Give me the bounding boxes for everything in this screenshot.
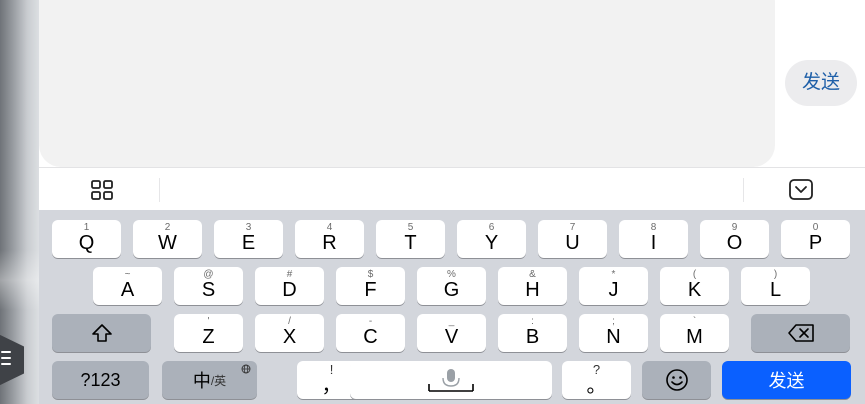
key-label: C bbox=[363, 326, 378, 348]
key-x[interactable]: / X bbox=[255, 314, 324, 352]
period-label: 。 bbox=[586, 375, 607, 397]
key-label: U bbox=[565, 232, 580, 254]
numbers-key-label: ?123 bbox=[80, 369, 121, 390]
message-input[interactable] bbox=[39, 0, 775, 167]
emoji-key[interactable] bbox=[642, 361, 711, 399]
key-b[interactable]: :B bbox=[498, 314, 567, 352]
period-sub-label: ? bbox=[592, 362, 601, 377]
key-label: Q bbox=[78, 232, 95, 254]
key-q[interactable]: 1Q bbox=[52, 220, 121, 258]
key-m[interactable]: ` M bbox=[660, 314, 729, 352]
keyboard-send-button[interactable]: 发送 bbox=[722, 361, 851, 399]
key-label: F bbox=[364, 279, 377, 301]
grid-icon[interactable] bbox=[91, 180, 113, 200]
key-s[interactable]: @ S bbox=[174, 267, 243, 305]
key-label: P bbox=[808, 232, 823, 254]
key-label: N bbox=[606, 326, 621, 348]
key-label: Y bbox=[484, 232, 499, 254]
key-p[interactable]: 0P bbox=[781, 220, 850, 258]
key-label: E bbox=[241, 232, 256, 254]
numbers-key[interactable]: ?123 bbox=[52, 361, 149, 399]
key-t[interactable]: 5T bbox=[376, 220, 445, 258]
key-label: R bbox=[322, 232, 337, 254]
menu-icon bbox=[1, 351, 11, 369]
key-d[interactable]: # D bbox=[255, 267, 324, 305]
key-label: J bbox=[608, 279, 619, 301]
key-label: X bbox=[282, 326, 297, 348]
side-menu-handle[interactable] bbox=[0, 333, 24, 387]
key-label: H bbox=[525, 279, 540, 301]
language-switch-key[interactable]: 中/英 bbox=[162, 361, 257, 399]
key-u[interactable]: 7U bbox=[538, 220, 607, 258]
key-label: D bbox=[282, 279, 297, 301]
key-r[interactable]: 4R bbox=[295, 220, 364, 258]
key-label: B bbox=[525, 326, 540, 348]
space-key[interactable] bbox=[350, 361, 552, 399]
backspace-icon bbox=[751, 314, 850, 352]
key-label: T bbox=[404, 232, 417, 254]
lang-en-label: /英 bbox=[210, 373, 227, 388]
key-label: O bbox=[726, 232, 743, 254]
key-label: V bbox=[444, 326, 459, 348]
key-i[interactable]: 8I bbox=[619, 220, 688, 258]
key-f[interactable]: $ F bbox=[336, 267, 405, 305]
keyboard: 1Q 2W 3E 4R 5T 6Y 7U 8I 9O 0P ~ A @ S # D $… bbox=[39, 210, 865, 404]
lang-cn-label: 中 bbox=[192, 371, 211, 391]
key-g[interactable]: % G bbox=[417, 267, 486, 305]
keyboard-toolbar bbox=[39, 167, 865, 210]
key-label: L bbox=[769, 279, 782, 301]
keyboard-collapse-icon[interactable] bbox=[789, 179, 813, 200]
key-label: Z bbox=[202, 326, 215, 348]
key-n[interactable]: ; N bbox=[579, 314, 648, 352]
key-k[interactable]: (K bbox=[660, 267, 729, 305]
key-label: K bbox=[687, 279, 702, 301]
key-o[interactable]: 9O bbox=[700, 220, 769, 258]
space-voice-icon bbox=[350, 361, 552, 399]
key-label: M bbox=[686, 326, 703, 348]
key-y[interactable]: 6Y bbox=[457, 220, 526, 258]
key-label: G bbox=[443, 279, 460, 301]
background-photo-edge bbox=[0, 0, 39, 404]
key-label: S bbox=[201, 279, 216, 301]
keyboard-send-label: 发送 bbox=[768, 371, 805, 391]
key-j[interactable]: * J bbox=[579, 267, 648, 305]
key-label: A bbox=[120, 279, 135, 301]
key-h[interactable]: & H bbox=[498, 267, 567, 305]
emoji-icon bbox=[642, 361, 711, 399]
key-label: I bbox=[650, 232, 657, 254]
key-a[interactable]: ~ A bbox=[93, 267, 162, 305]
backspace-key[interactable] bbox=[751, 314, 850, 352]
globe-icon bbox=[241, 364, 251, 374]
key-w[interactable]: 2W bbox=[133, 220, 202, 258]
send-button[interactable]: 发送 bbox=[785, 60, 857, 106]
period-key[interactable]: ? 。 bbox=[562, 361, 631, 399]
key-v[interactable]: _ V bbox=[417, 314, 486, 352]
shift-key[interactable] bbox=[52, 314, 151, 352]
key-e[interactable]: 3E bbox=[214, 220, 283, 258]
key-l[interactable]: ) L bbox=[741, 267, 810, 305]
key-label: W bbox=[158, 232, 177, 254]
key-z[interactable]: ' Z bbox=[174, 314, 243, 352]
toolbar-divider bbox=[159, 178, 160, 202]
toolbar-divider bbox=[743, 178, 744, 202]
background-highlight bbox=[0, 250, 39, 310]
shift-icon bbox=[52, 314, 151, 352]
key-c[interactable]: -C bbox=[336, 314, 405, 352]
message-compose-area: 发送 bbox=[39, 0, 865, 167]
